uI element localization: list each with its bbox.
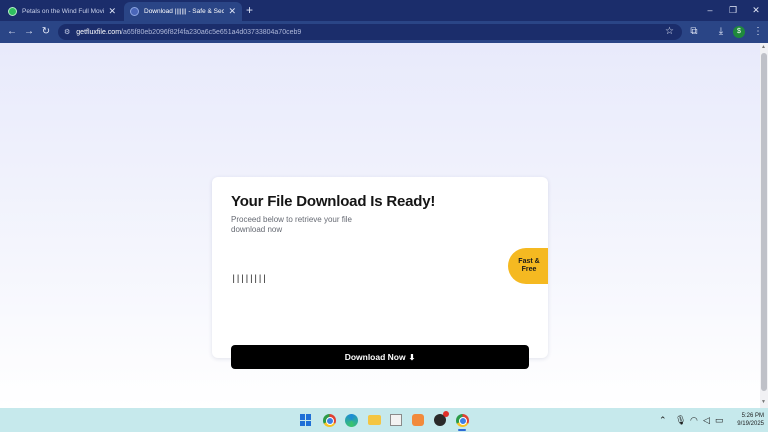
tab-close-icon[interactable]: ✕ [108,6,116,17]
url-text: getfluxfile.com/a65f80eb2096f82f4fa230a6… [76,29,301,36]
taskbar-edge[interactable] [343,412,359,428]
url-path: /a65f80eb2096f82f4fa230a6c5e651a4d037338… [121,28,302,36]
file-name: |||||||| [231,274,267,284]
back-button[interactable]: ← [4,24,20,40]
clock-date: 9/19/2025 [737,421,764,427]
download-card: Your File Download Is Ready! Proceed bel… [212,177,548,369]
taskbar-media-player[interactable] [410,412,426,428]
bookmark-star-icon[interactable]: ☆ [665,25,674,39]
page-title: Your File Download Is Ready! [231,193,436,210]
taskbar-notepad[interactable] [388,412,404,428]
extensions-icon[interactable]: ⧉ [686,24,702,40]
page-scrollbar[interactable]: ▲ ▼ [760,43,768,408]
maximize-button[interactable]: ❐ [722,2,744,18]
microphone-icon[interactable]: 🎙 [675,414,686,426]
volume-icon[interactable]: ◁ [703,414,710,426]
notepad-icon [390,414,402,426]
close-window-button[interactable]: ✕ [745,2,767,18]
reload-button[interactable]: ↻ [38,24,54,40]
tab-download[interactable]: Download ||||||| - Safe & Secure ✕ [124,2,242,21]
start-button[interactable] [298,412,314,428]
active-app-indicator [458,429,466,431]
tab-favicon-icon [8,7,17,16]
address-bar[interactable]: ⚙ getfluxfile.com/a65f80eb2096f82f4fa230… [58,24,682,40]
taskbar-chrome[interactable] [321,412,337,428]
site-info-icon[interactable]: ⚙ [64,28,70,36]
browser-toolbar: ← → ↻ ⚙ getfluxfile.com/a65f80eb2096f82f… [0,21,768,43]
show-hidden-icons-icon[interactable]: ⌃ [659,414,667,426]
chrome-icon [322,413,336,427]
page-subtitle: Proceed below to retrieve your file down… [231,215,352,234]
profile-avatar[interactable]: $ [733,26,745,38]
obs-icon [434,411,449,426]
url-host: getfluxfile.com [76,28,122,36]
tab-title: Download ||||||| - Safe & Secure [144,8,225,15]
downloads-icon[interactable]: ⤓ [713,24,729,40]
tab-favicon-icon [130,7,139,16]
page-viewport: Your File Download Is Ready! Proceed bel… [0,43,760,408]
taskbar-obs[interactable] [432,411,449,428]
wifi-icon[interactable]: ◠ [690,414,698,426]
system-clock[interactable]: 5:26 PM 9/19/2025 [728,412,764,428]
taskbar-file-explorer[interactable] [366,412,382,428]
tab-close-icon[interactable]: ✕ [228,6,236,17]
download-now-button[interactable]: Download Now ⬇ [231,345,529,369]
fast-free-badge: Fast & Free [508,248,548,284]
scroll-up-icon[interactable]: ▲ [761,44,766,50]
new-tab-button[interactable]: + [246,3,253,17]
minimize-button[interactable]: – [699,2,721,18]
browser-menu-icon[interactable]: ⋮ [750,24,766,40]
taskbar-chrome-active[interactable] [454,412,470,428]
download-button-label: Download Now [344,352,406,362]
tab-movie[interactable]: Petals on the Wind Full Movie ✕ [2,2,122,21]
battery-icon[interactable]: ▭ [715,414,724,426]
media-player-icon [412,414,424,426]
clock-time: 5:26 PM [741,413,764,419]
scroll-down-icon[interactable]: ▼ [761,399,766,405]
windows-logo-icon [300,414,312,426]
forward-button[interactable]: → [21,24,37,40]
badge-line-2: Free [521,266,537,273]
taskbar: ⌃ 🎙 ◠ ◁ ▭ 5:26 PM 9/19/2025 [0,408,768,432]
chrome-icon [455,413,469,427]
edge-icon [344,413,358,427]
scrollbar-thumb[interactable] [761,53,767,391]
tab-strip: Petals on the Wind Full Movie ✕ Download… [0,0,768,21]
tab-title: Petals on the Wind Full Movie [22,8,105,15]
badge-line-1: Fast & [518,258,540,265]
folder-icon [367,415,381,425]
download-icon: ⬇ [408,352,416,362]
